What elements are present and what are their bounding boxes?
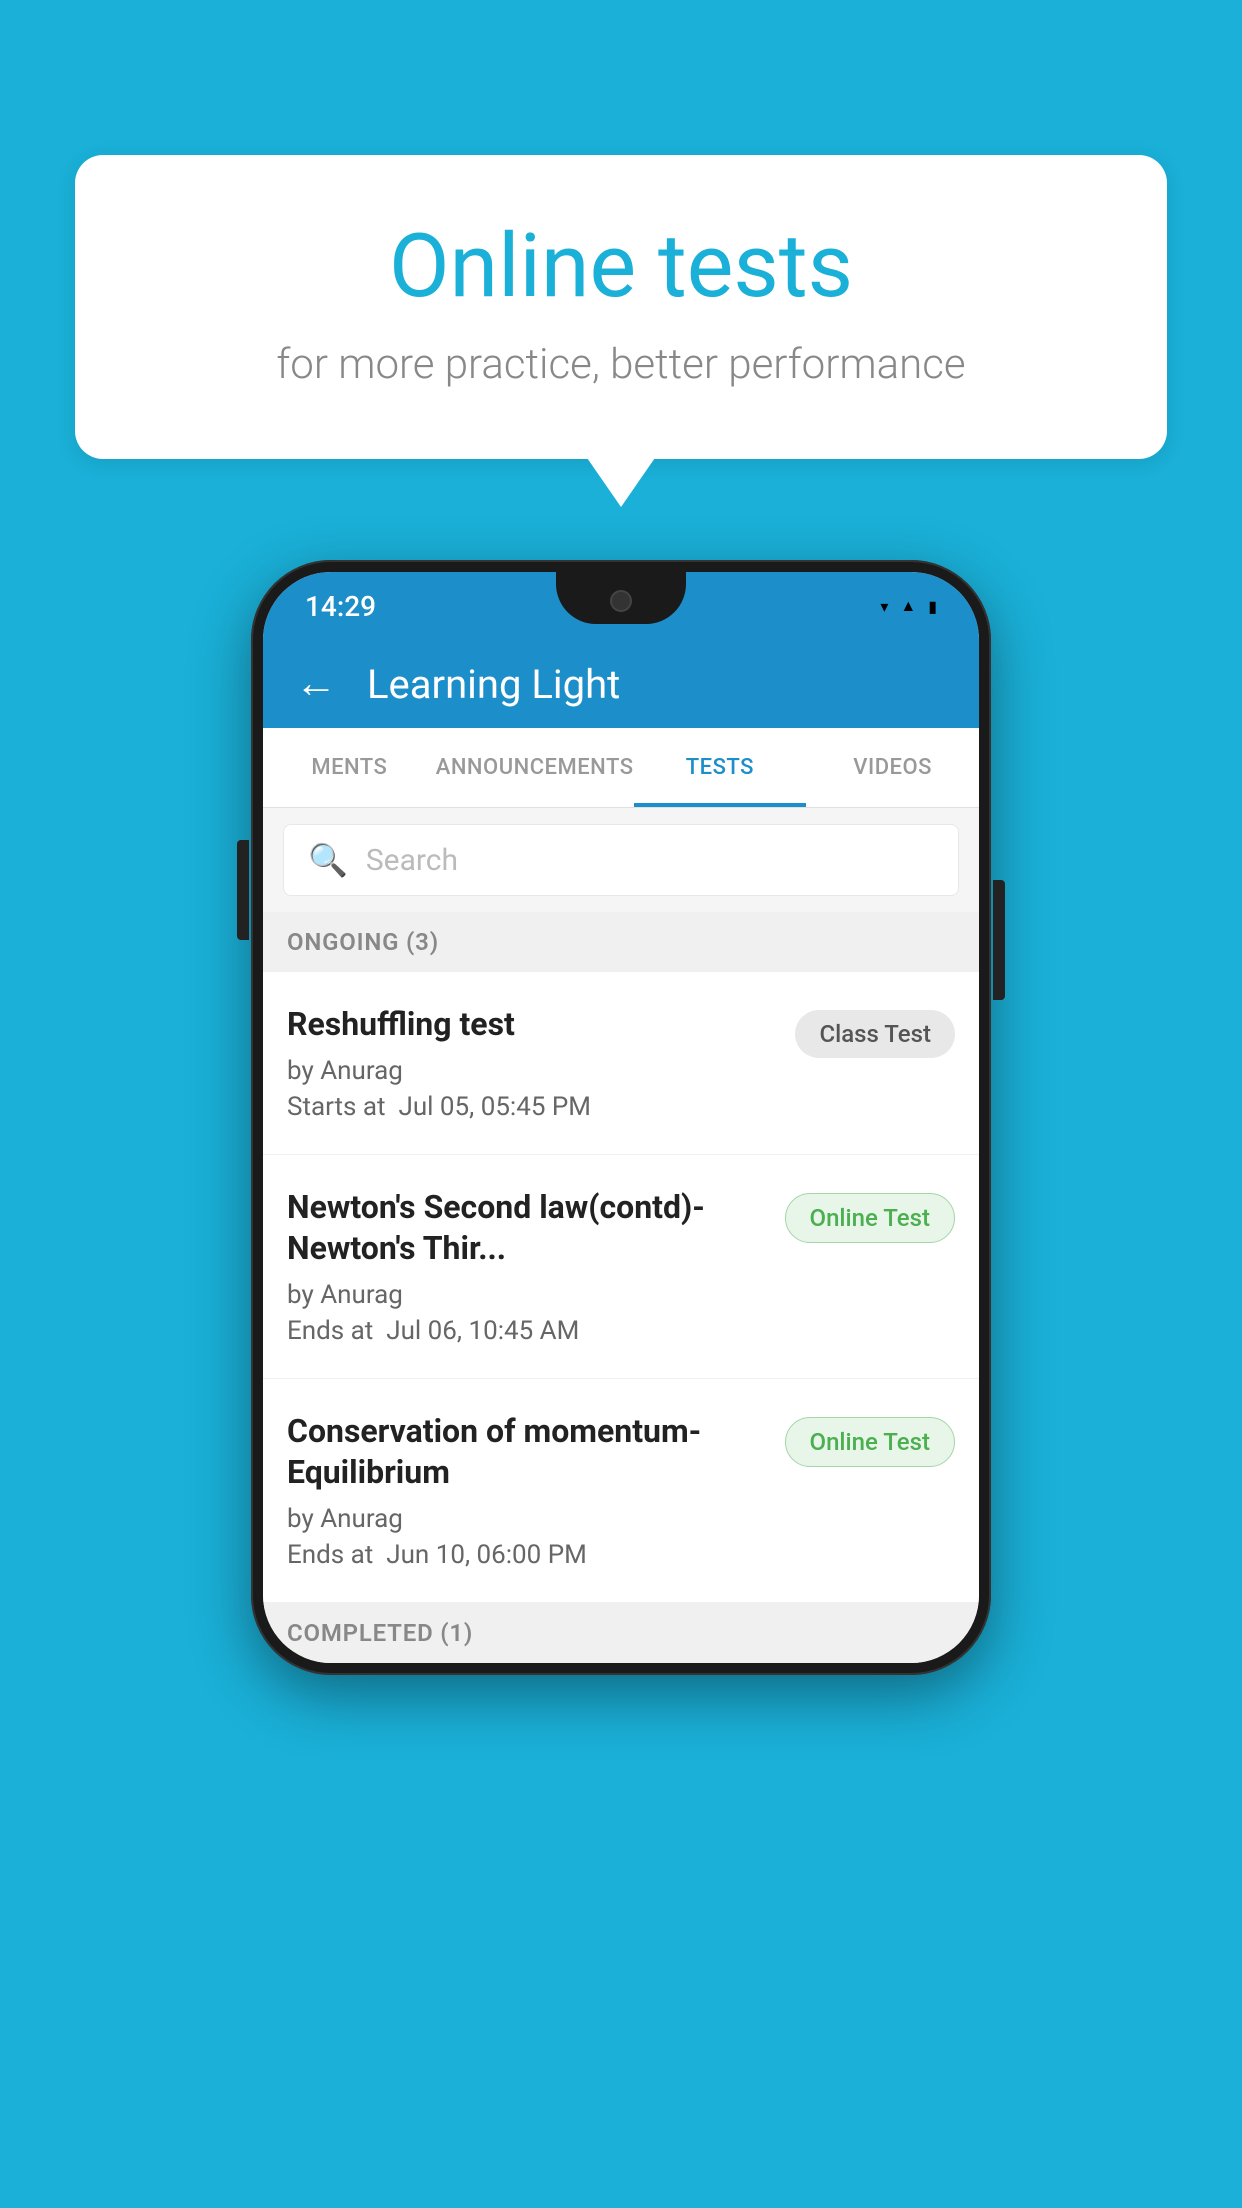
search-icon: 🔍	[308, 841, 348, 879]
test-info-2: Newton's Second law(contd)-Newton's Thir…	[287, 1187, 785, 1346]
wifi-icon: ▾	[880, 597, 888, 616]
test-info-3: Conservation of momentum-Equilibrium by …	[287, 1411, 785, 1570]
bubble-subtitle: for more practice, better performance	[145, 340, 1097, 389]
completed-label: COMPLETED (1)	[287, 1619, 473, 1647]
test-author-3: by Anurag	[287, 1504, 765, 1534]
signal-icon: ▲	[900, 596, 916, 616]
tab-tests[interactable]: TESTS	[634, 728, 807, 807]
search-bar[interactable]: 🔍 Search	[283, 824, 959, 896]
test-item-3[interactable]: Conservation of momentum-Equilibrium by …	[263, 1379, 979, 1603]
tab-announcements[interactable]: ANNOUNCEMENTS	[436, 728, 634, 807]
test-time-1: Starts at Jul 05, 05:45 PM	[287, 1092, 775, 1122]
app-header: ← Learning Light	[263, 640, 979, 728]
test-time-3: Ends at Jun 10, 06:00 PM	[287, 1540, 765, 1570]
status-bar: 14:29 ▾ ▲ ▮	[263, 572, 979, 640]
bubble-title: Online tests	[145, 215, 1097, 318]
phone-screen: 14:29 ▾ ▲ ▮ ← Learning Light MENTS ANNOU…	[263, 572, 979, 1663]
back-button[interactable]: ←	[295, 663, 337, 705]
speech-bubble: Online tests for more practice, better p…	[75, 155, 1167, 459]
notch	[556, 572, 686, 624]
test-name-2: Newton's Second law(contd)-Newton's Thir…	[287, 1187, 765, 1270]
status-icons: ▾ ▲ ▮	[880, 596, 937, 616]
camera	[610, 590, 632, 612]
speech-bubble-container: Online tests for more practice, better p…	[75, 155, 1167, 459]
test-item-2[interactable]: Newton's Second law(contd)-Newton's Thir…	[263, 1155, 979, 1379]
ongoing-section-header: ONGOING (3)	[263, 912, 979, 972]
test-name-1: Reshuffling test	[287, 1004, 775, 1046]
test-info-1: Reshuffling test by Anurag Starts at Jul…	[287, 1004, 795, 1122]
tab-ments[interactable]: MENTS	[263, 728, 436, 807]
phone-wrapper: 14:29 ▾ ▲ ▮ ← Learning Light MENTS ANNOU…	[251, 560, 991, 1675]
test-badge-1: Class Test	[795, 1010, 955, 1058]
ongoing-label: ONGOING (3)	[287, 928, 439, 956]
test-author-1: by Anurag	[287, 1056, 775, 1086]
test-time-2: Ends at Jul 06, 10:45 AM	[287, 1316, 765, 1346]
search-input[interactable]: Search	[366, 843, 458, 878]
test-badge-3: Online Test	[785, 1417, 955, 1467]
test-name-3: Conservation of momentum-Equilibrium	[287, 1411, 765, 1494]
tabs-bar: MENTS ANNOUNCEMENTS TESTS VIDEOS	[263, 728, 979, 808]
completed-section-header: COMPLETED (1)	[263, 1603, 979, 1663]
app-title: Learning Light	[367, 661, 620, 708]
search-bar-container: 🔍 Search	[263, 808, 979, 912]
test-badge-2: Online Test	[785, 1193, 955, 1243]
battery-icon: ▮	[928, 597, 937, 616]
test-item-1[interactable]: Reshuffling test by Anurag Starts at Jul…	[263, 972, 979, 1155]
test-author-2: by Anurag	[287, 1280, 765, 1310]
phone-frame: 14:29 ▾ ▲ ▮ ← Learning Light MENTS ANNOU…	[251, 560, 991, 1675]
tab-videos[interactable]: VIDEOS	[806, 728, 979, 807]
status-time: 14:29	[305, 590, 376, 623]
